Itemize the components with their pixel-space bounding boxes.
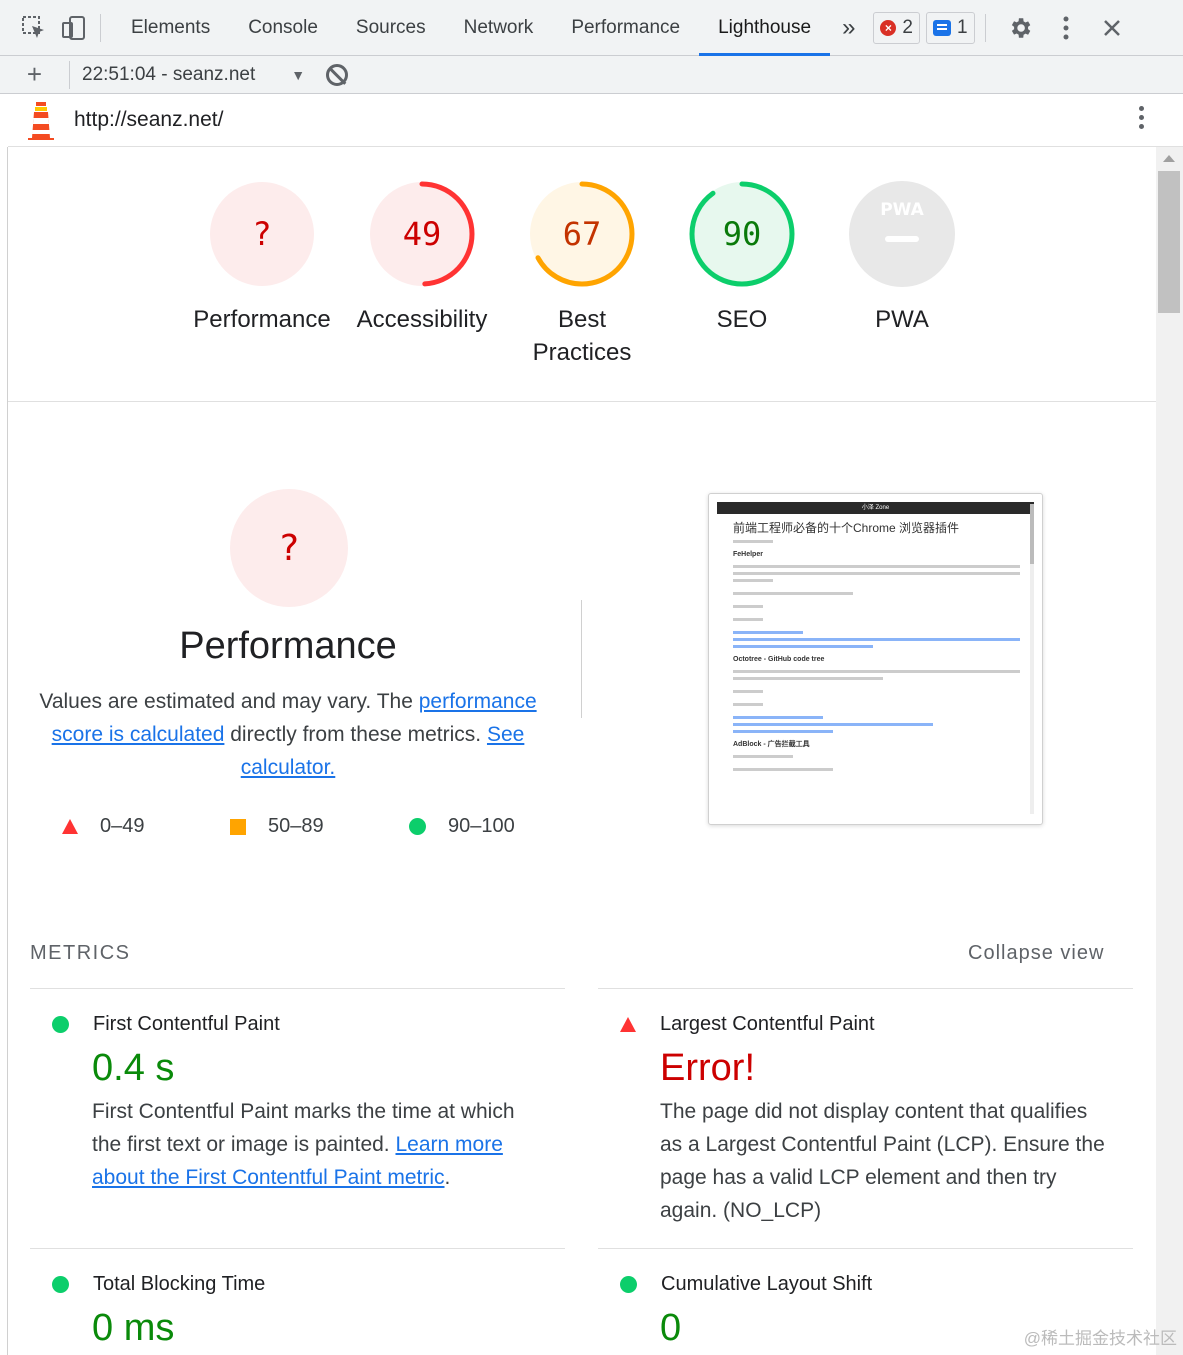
metric-name: Total Blocking Time <box>93 1273 266 1295</box>
pwa-badge-icon: PWA <box>880 200 924 220</box>
pass-circle-icon <box>409 818 426 835</box>
metric-name: First Contentful Paint <box>93 1013 280 1035</box>
close-devtools-icon[interactable] <box>1092 0 1132 56</box>
report-selector[interactable]: 22:51:04 - seanz.net ▼ <box>70 64 320 86</box>
report-url: http://seanz.net/ <box>74 108 224 131</box>
performance-score: ? <box>278 528 300 569</box>
metric-name: Cumulative Layout Shift <box>661 1273 873 1295</box>
pass-circle-icon <box>52 1016 69 1033</box>
desc-text: directly from these metrics. <box>224 723 487 746</box>
more-tabs-icon[interactable]: » <box>830 0 867 56</box>
screenshot-scrollbar <box>1030 504 1034 814</box>
screenshot-section: FeHelper <box>733 551 763 558</box>
error-icon: × <box>880 19 897 36</box>
screenshot-site-header: 小泽 Zone <box>717 502 1034 514</box>
tab-performance[interactable]: Performance <box>552 0 699 56</box>
performance-title: Performance <box>179 625 397 667</box>
screenshot-body: 前端工程师必备的十个Chrome 浏览器插件 FeHelper Octotree… <box>709 514 1042 771</box>
metric-value: Error! <box>660 1047 755 1089</box>
fail-triangle-icon <box>620 1017 636 1032</box>
pass-circle-icon <box>620 1276 637 1293</box>
average-square-icon <box>230 818 246 835</box>
settings-gear-icon[interactable] <box>1000 0 1040 56</box>
metric-error-description: The page did not display content that qu… <box>660 1100 1105 1222</box>
tab-console[interactable]: Console <box>229 0 337 56</box>
gauge-label-line: Best <box>557 306 607 333</box>
new-report-button[interactable]: + <box>0 60 70 89</box>
watermark: @稀土掘金技术社区 <box>1023 1329 1177 1348</box>
devtools-tabbar: Elements Console Sources Network Perform… <box>0 0 1183 56</box>
score-gauges: ? Performance 49 Accessibility 67 Best Pr… <box>8 147 1156 402</box>
lighthouse-logo-icon <box>8 100 74 140</box>
screenshot-section: Octotree - GitHub code tree <box>733 656 825 663</box>
inspect-element-icon[interactable] <box>14 0 54 56</box>
scroll-thumb[interactable] <box>1158 171 1180 313</box>
tab-lighthouse[interactable]: Lighthouse <box>699 0 831 56</box>
tab-network[interactable]: Network <box>445 0 553 56</box>
report-selector-label: 22:51:04 - seanz.net <box>82 63 256 85</box>
performance-gauge-large: ? <box>229 488 349 613</box>
error-count-badge[interactable]: × 2 <box>873 11 920 44</box>
score-legend: 0–49 50–89 90–100 <box>62 815 542 845</box>
gauge-label: Best Practices <box>502 303 662 369</box>
clear-all-icon[interactable] <box>326 63 348 86</box>
report-menu-icon[interactable] <box>1139 106 1145 133</box>
metrics-heading: METRICS <box>30 942 131 964</box>
tab-sources[interactable]: Sources <box>337 0 445 56</box>
toolbar-divider <box>984 13 986 42</box>
legend-fail: 0–49 <box>100 815 145 837</box>
gauge-score: 90 <box>723 215 762 253</box>
fail-triangle-icon <box>62 819 78 834</box>
gauge-pwa[interactable]: PWA PWA <box>822 179 982 336</box>
metric-value: 0 ms <box>92 1307 175 1349</box>
pass-circle-icon <box>52 1276 69 1293</box>
screenshot-section: AdBlock - 广告拦截工具 <box>733 741 810 748</box>
metric-description: First Contentful Paint marks the time at… <box>92 1095 542 1194</box>
desc-end: . <box>444 1166 451 1189</box>
gauge-label: Accessibility <box>356 306 488 333</box>
desc-text: Values are estimated and may vary. The <box>39 690 419 713</box>
metric-tbt: Total Blocking Time 0 ms <box>30 1248 565 1355</box>
scroll-up-arrow-icon[interactable] <box>1163 155 1175 162</box>
customize-menu-icon[interactable] <box>1046 0 1086 56</box>
error-count: 2 <box>902 16 913 38</box>
message-count-badge[interactable]: 1 <box>926 11 975 44</box>
metric-value: 0 <box>660 1307 682 1349</box>
metric-name: Largest Contentful Paint <box>660 1013 875 1035</box>
metric-fcp: First Contentful Paint 0.4 s First Conte… <box>30 988 565 1248</box>
gauge-label: PWA <box>875 306 929 333</box>
gauge-label: Performance <box>193 306 331 333</box>
screenshot-article-title: 前端工程师必备的十个Chrome 浏览器插件 <box>733 521 960 535</box>
gauge-score: ? <box>252 215 271 253</box>
collapse-view-toggle[interactable]: Collapse view <box>968 942 1104 965</box>
left-edge <box>0 147 8 1355</box>
dropdown-arrow-icon: ▼ <box>291 66 306 83</box>
legend-average: 50–89 <box>268 815 324 837</box>
report-content: ? Performance 49 Accessibility 67 Best Pr… <box>8 147 1156 1355</box>
lighthouse-toolbar: + 22:51:04 - seanz.net ▼ <box>0 56 1183 94</box>
content-scrollbar[interactable] <box>1156 147 1183 1355</box>
gauge-score: 67 <box>563 215 602 253</box>
gauge-score: 49 <box>403 215 442 253</box>
toolbar-divider <box>100 13 101 42</box>
tab-elements[interactable]: Elements <box>107 0 229 56</box>
report-url-bar: http://seanz.net/ <box>8 94 1183 147</box>
gauge-performance[interactable]: ? Performance <box>182 179 342 336</box>
gauge-label-line: Practices <box>532 339 632 366</box>
section-divider <box>581 600 582 718</box>
device-toolbar-icon[interactable] <box>54 0 94 56</box>
message-count: 1 <box>957 16 968 38</box>
legend-pass: 90–100 <box>448 815 515 837</box>
gauge-accessibility[interactable]: 49 Accessibility <box>342 179 502 336</box>
final-screenshot[interactable]: 小泽 Zone 前端工程师必备的十个Chrome 浏览器插件 FeHelper … <box>708 493 1043 825</box>
gauge-seo[interactable]: 90 SEO <box>662 179 822 336</box>
message-icon <box>933 19 951 36</box>
metric-lcp: Largest Contentful Paint Error! The page… <box>598 988 1133 1248</box>
gauge-label: SEO <box>716 306 768 333</box>
performance-description: Values are estimated and may vary. The p… <box>32 685 544 784</box>
gauge-best-practices[interactable]: 67 Best Practices <box>502 179 662 369</box>
metric-value: 0.4 s <box>92 1047 175 1089</box>
